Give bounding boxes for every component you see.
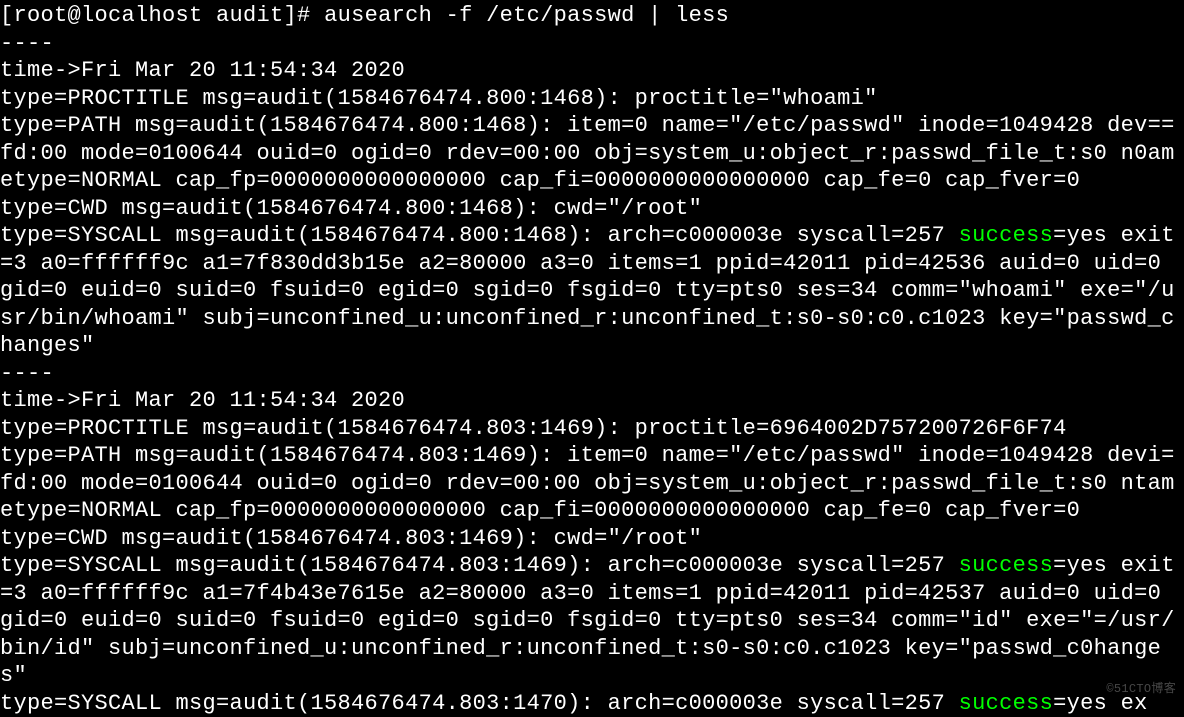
audit-syscall: type=SYSCALL msg=audit(1584676474.800:14… xyxy=(0,222,1184,360)
syscall-success: success xyxy=(959,553,1054,578)
command-text: ausearch -f /etc/passwd | less xyxy=(324,3,729,28)
syscall-success: success xyxy=(959,691,1054,716)
audit-cwd: type=CWD msg=audit(1584676474.803:1469):… xyxy=(0,525,1184,553)
syscall-pre: type=SYSCALL msg=audit(1584676474.803:14… xyxy=(0,553,959,578)
audit-proctitle: type=PROCTITLE msg=audit(1584676474.803:… xyxy=(0,415,1184,443)
audit-syscall: type=SYSCALL msg=audit(1584676474.803:14… xyxy=(0,552,1184,690)
audit-cwd: type=CWD msg=audit(1584676474.800:1468):… xyxy=(0,195,1184,223)
separator: ---- xyxy=(0,30,1184,58)
syscall-pre: type=SYSCALL msg=audit(1584676474.800:14… xyxy=(0,223,959,248)
separator: ---- xyxy=(0,360,1184,388)
audit-time: time->Fri Mar 20 11:54:34 2020 xyxy=(0,387,1184,415)
audit-time: time->Fri Mar 20 11:54:34 2020 xyxy=(0,57,1184,85)
syscall-pre: type=SYSCALL msg=audit(1584676474.803:14… xyxy=(0,691,959,716)
watermark: ©51CTO博客 xyxy=(1106,682,1176,697)
syscall-success: success xyxy=(959,223,1054,248)
audit-path: type=PATH msg=audit(1584676474.803:1469)… xyxy=(0,442,1184,525)
terminal-output[interactable]: [root@localhost audit]# ausearch -f /etc… xyxy=(0,0,1184,717)
audit-path: type=PATH msg=audit(1584676474.800:1468)… xyxy=(0,112,1184,195)
command-line: [root@localhost audit]# ausearch -f /etc… xyxy=(0,2,1184,30)
audit-syscall-partial: type=SYSCALL msg=audit(1584676474.803:14… xyxy=(0,690,1184,717)
shell-prompt: [root@localhost audit]# xyxy=(0,3,324,28)
audit-proctitle: type=PROCTITLE msg=audit(1584676474.800:… xyxy=(0,85,1184,113)
